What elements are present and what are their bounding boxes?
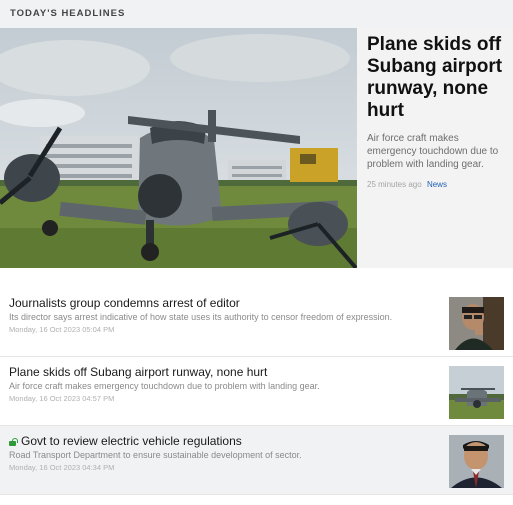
featured-article[interactable]: Plane skids off Subang airport runway, n…	[0, 28, 513, 268]
featured-time: 25 minutes ago	[367, 180, 422, 189]
item-summary: Road Transport Department to ensure sust…	[9, 450, 302, 460]
featured-headline[interactable]: Plane skids off Subang airport runway, n…	[367, 34, 507, 122]
item-thumbnail[interactable]	[449, 435, 504, 488]
item-thumbnail[interactable]	[449, 297, 504, 350]
featured-meta: 25 minutes ago News	[367, 180, 507, 189]
item-summary: Its director says arrest indicative of h…	[9, 312, 393, 322]
item-date: Monday, 16 Oct 2023 05:04 PM	[9, 325, 115, 334]
open-lock-icon	[9, 438, 18, 446]
featured-summary: Air force craft makes emergency touchdow…	[367, 133, 499, 170]
item-summary: Air force craft makes emergency touchdow…	[9, 381, 320, 391]
item-headline[interactable]: Govt to review electric vehicle regulati…	[9, 434, 434, 448]
list-item[interactable]: Journalists group condemns arrest of edi…	[0, 288, 513, 357]
item-date: Monday, 16 Oct 2023 04:57 PM	[9, 394, 115, 403]
item-date: Monday, 16 Oct 2023 04:34 PM	[9, 463, 115, 472]
item-headline-text: Govt to review electric vehicle regulati…	[21, 434, 242, 448]
headline-list: Journalists group condemns arrest of edi…	[0, 288, 513, 495]
section-title: TODAY'S HEADLINES	[10, 8, 126, 19]
category-tag-link[interactable]: News	[427, 180, 447, 189]
item-headline[interactable]: Journalists group condemns arrest of edi…	[9, 296, 434, 310]
list-item[interactable]: Plane skids off Subang airport runway, n…	[0, 357, 513, 426]
item-thumbnail[interactable]	[449, 366, 504, 419]
item-headline[interactable]: Plane skids off Subang airport runway, n…	[9, 365, 434, 379]
list-item[interactable]: Govt to review electric vehicle regulati…	[0, 426, 513, 495]
featured-text: Plane skids off Subang airport runway, n…	[367, 34, 507, 189]
featured-image[interactable]	[0, 28, 357, 268]
section-header: TODAY'S HEADLINES	[0, 0, 513, 29]
